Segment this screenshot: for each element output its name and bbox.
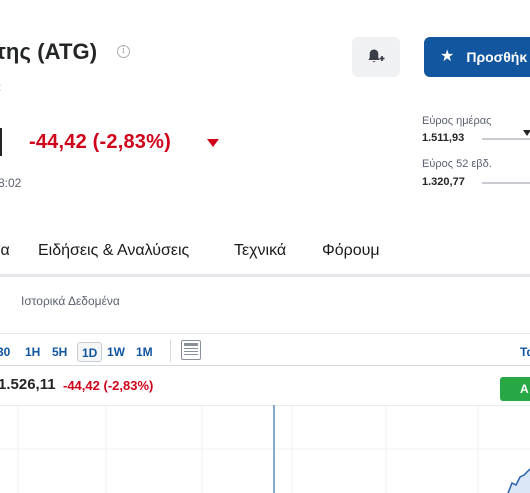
buy-badge[interactable]: A: [500, 377, 530, 401]
chart-settings-link[interactable]: Τα: [520, 342, 530, 362]
add-to-watchlist-button[interactable]: ★ Προσθήκ: [424, 37, 530, 77]
interval-5h[interactable]: 5H: [52, 342, 67, 362]
day-range-label: Εύρος ημέρας: [422, 115, 492, 127]
tab-forum[interactable]: Φόρουμ: [322, 242, 380, 260]
tab-technical[interactable]: Τεχνικά: [234, 242, 286, 260]
price-value-edge: [0, 128, 2, 156]
info-icon[interactable]: i: [117, 45, 130, 58]
tab-overview[interactable]: ια: [0, 242, 10, 260]
chart-change-value: -44,42: [63, 378, 100, 393]
main-tabs: ια Ειδήσεις & Αναλύσεις Τεχνικά Φόρουμ: [0, 240, 530, 278]
instrument-subtitle: :: [0, 80, 1, 94]
alert-button[interactable]: [352, 37, 400, 77]
bell-plus-icon: [368, 49, 385, 63]
chart-toolbar-divider: [0, 365, 530, 366]
subtab-historical-data[interactable]: Ιστορικά Δεδομένα: [21, 294, 120, 308]
chart-price: 1.526,11: [0, 376, 56, 393]
chart-change: -44,42 (-2,83%): [63, 378, 153, 393]
layout-icon[interactable]: [181, 340, 201, 360]
subtabs-divider: [0, 333, 530, 334]
star-icon: ★: [440, 48, 455, 65]
day-range-low: 1.511,93: [422, 132, 465, 144]
interval-1w[interactable]: 1W: [107, 342, 125, 362]
week52-range-track: [482, 182, 530, 184]
interval-1m[interactable]: 1M: [136, 342, 153, 362]
price-chart[interactable]: [0, 405, 530, 493]
day-range-track: [482, 138, 530, 140]
interval-1d[interactable]: 1D: [77, 342, 103, 362]
tabs-divider: [0, 274, 530, 277]
toolbar-separator: [170, 340, 171, 362]
day-range-marker: [523, 130, 530, 136]
price-change: -44,42 (-2,83%): [29, 131, 171, 153]
week52-range-low: 1.320,77: [422, 176, 465, 188]
tab-news-analysis[interactable]: Ειδήσεις & Αναλύσεις: [38, 242, 189, 260]
quote-time: 8:02: [0, 176, 22, 190]
interval-30[interactable]: 30: [0, 342, 10, 362]
chart-change-pct: (-2,83%): [103, 378, 154, 393]
week52-range-label: Εύρος 52 εβδ.: [422, 158, 492, 170]
chart-grid: [0, 405, 530, 493]
instrument-title: της (ATG): [0, 39, 98, 64]
interval-1h[interactable]: 1H: [25, 342, 40, 362]
add-button-label: Προσθήκ: [466, 49, 528, 65]
caret-down-icon: [207, 139, 219, 147]
